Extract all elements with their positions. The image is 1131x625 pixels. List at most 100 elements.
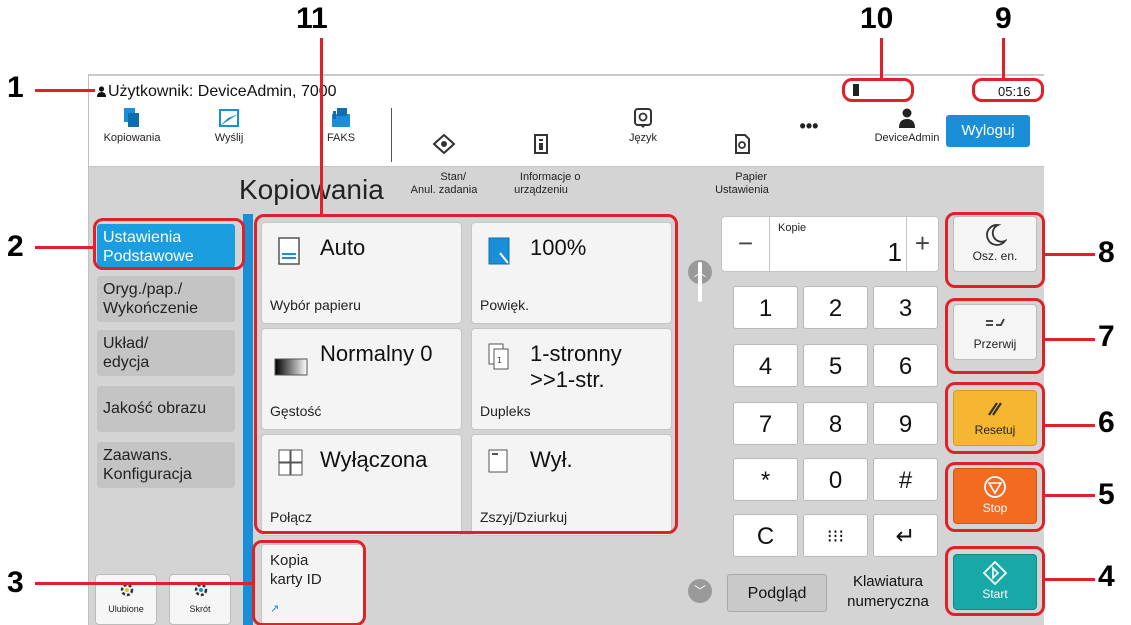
start-icon — [983, 561, 1007, 585]
key-enter[interactable]: ↵ — [873, 514, 938, 557]
toolbar-item-user[interactable]: DeviceAdmin — [867, 104, 947, 167]
callout-6: 6 — [1098, 406, 1115, 439]
copies-label: Kopie — [778, 222, 807, 234]
tile-label: Gęstość — [270, 403, 322, 419]
start-button[interactable]: Start — [953, 554, 1037, 610]
key-3[interactable]: 3 — [873, 286, 938, 329]
job-status-indicator — [853, 84, 859, 96]
page-title: Kopiowania — [239, 174, 384, 205]
scroll-down-button[interactable]: ﹀ — [688, 579, 712, 603]
stop-label: Stop — [982, 501, 1008, 515]
interrupt-button[interactable]: Przerwij — [953, 304, 1037, 360]
callout-line-6 — [1045, 424, 1095, 427]
key-asterisk[interactable]: * — [733, 458, 798, 501]
nav-strip — [243, 214, 253, 625]
key-clear[interactable]: C — [733, 514, 798, 557]
callout-line-10 — [880, 38, 883, 78]
callout-9: 9 — [995, 2, 1012, 35]
stop-button[interactable]: Stop — [953, 468, 1037, 524]
reset-button[interactable]: Resetuj — [953, 390, 1037, 446]
copies-plus-button[interactable]: + — [906, 217, 938, 271]
key-numeric-grid-icon[interactable]: ⁝⁝⁝ — [803, 514, 868, 557]
copies-input[interactable]: − Kopie 1 + — [721, 216, 939, 272]
fax-icon — [332, 108, 350, 127]
id-card-copy-button[interactable]: Kopia karty ID ↗ — [261, 544, 365, 625]
toolbar-item-language[interactable]: Język — [613, 104, 673, 167]
key-8[interactable]: 8 — [803, 402, 868, 445]
density-icon — [274, 358, 308, 376]
tile-label: Zszyj/Dziurkuj — [480, 509, 568, 525]
copies-minus-button[interactable]: − — [722, 217, 770, 271]
callout-8: 8 — [1098, 236, 1115, 269]
toolbar-label-user: DeviceAdmin — [874, 132, 940, 144]
nav-item-basic-settings[interactable]: Ustawienia Podstawowe — [97, 224, 235, 268]
key-6[interactable]: 6 — [873, 344, 938, 387]
tile-combine[interactable]: Wyłączona Połącz — [261, 434, 462, 536]
tile-label: Wybór papieru — [270, 297, 361, 313]
paper-select-icon — [278, 237, 300, 265]
callout-line-4 — [1045, 578, 1095, 581]
device-info-icon — [534, 134, 548, 154]
key-2[interactable]: 2 — [803, 286, 868, 329]
callout-line-1 — [35, 89, 95, 92]
toolbar-label-fax: FAKS — [326, 132, 356, 144]
callout-2: 2 — [7, 230, 24, 263]
toolbar-label-device-info: Informacje o urządzeniu — [514, 171, 581, 196]
nav-item-layout-edit[interactable]: Układ/ edycja — [97, 330, 235, 376]
reset-label: Resetuj — [974, 423, 1016, 437]
tile-value: Auto — [320, 235, 366, 260]
tile-paper-selection[interactable]: Auto Wybór papieru — [261, 222, 462, 324]
toolbar-item-copy[interactable]: Kopiowania — [97, 104, 167, 167]
tile-duplex[interactable]: 1 1-stronny >>1-str. Dupleks — [471, 328, 672, 430]
nav-item-image-quality[interactable]: Jakość obrazu — [97, 386, 235, 432]
key-4[interactable]: 4 — [733, 344, 798, 387]
tile-label: Powięk. — [480, 297, 530, 313]
copy-icon — [124, 108, 139, 127]
toolbar-item-more[interactable]: ••• — [789, 104, 829, 167]
status-icon — [433, 134, 455, 154]
toolbar-item-status[interactable]: Stan/ Anul. zadania — [399, 104, 489, 196]
energy-saver-button[interactable]: Osz. en. — [953, 216, 1037, 272]
user-info-text: Użytkownik: DeviceAdmin, 7000 — [108, 83, 337, 100]
shortcut-arrow-icon: ↗ — [270, 603, 280, 615]
scrollbar-track[interactable] — [698, 262, 702, 302]
tile-staple-punch[interactable]: Wył. Zszyj/Dziurkuj — [471, 434, 672, 536]
paper-settings-icon — [735, 134, 750, 154]
reset-icon — [988, 402, 1002, 416]
key-7[interactable]: 7 — [733, 402, 798, 445]
language-icon — [634, 108, 652, 128]
moon-icon — [986, 224, 1007, 246]
callout-1: 1 — [7, 71, 24, 104]
toolbar-item-device-info[interactable]: Informacje o urządzeniu — [499, 104, 583, 196]
tile-zoom[interactable]: 100% Powięk. — [471, 222, 672, 324]
duplex-icon: 1 — [488, 343, 509, 370]
toolbar-separator — [391, 108, 392, 162]
toolbar-label-status: Stan/ Anul. zadania — [410, 171, 478, 196]
staple-icon — [488, 449, 508, 473]
preview-button[interactable]: Podgląd — [727, 574, 827, 612]
function-toolbar: Kopiowania Wyślij FAKS Stan/ Anul. zadan… — [89, 104, 1044, 196]
key-0[interactable]: 0 — [803, 458, 868, 501]
toolbar-item-paper-settings[interactable]: Papier Ustawienia — [697, 104, 787, 196]
numeric-keyboard-toggle[interactable]: Klawiatura numeryczna — [839, 572, 937, 612]
interrupt-icon — [986, 318, 1005, 326]
key-hash[interactable]: # — [873, 458, 938, 501]
energy-saver-label: Osz. en. — [972, 249, 1018, 263]
function-tiles: Auto Wybór papieru 100% Powięk. Normalny… — [261, 222, 673, 536]
toolbar-label-paper-settings: Papier Ustawienia — [715, 171, 769, 196]
key-9[interactable]: 9 — [873, 402, 938, 445]
key-1[interactable]: 1 — [733, 286, 798, 329]
callout-5: 5 — [1098, 478, 1115, 511]
nav-item-advanced-setup[interactable]: Zaawans. Konfiguracja — [97, 442, 235, 488]
user-small-icon — [97, 86, 106, 97]
nav-item-original-paper-finishing[interactable]: Oryg./pap./ Wykończenie — [97, 276, 235, 322]
callout-11: 11 — [296, 2, 328, 35]
logout-button[interactable]: Wyloguj — [946, 115, 1030, 147]
tile-value: Wyłączona — [320, 447, 428, 472]
toolbar-item-send[interactable]: Wyślij — [199, 104, 259, 167]
key-5[interactable]: 5 — [803, 344, 868, 387]
tile-density[interactable]: Normalny 0 Gęstość — [261, 328, 462, 430]
stop-icon — [984, 476, 1006, 498]
callout-10: 10 — [860, 2, 894, 35]
clock: 05:16 — [998, 84, 1031, 99]
